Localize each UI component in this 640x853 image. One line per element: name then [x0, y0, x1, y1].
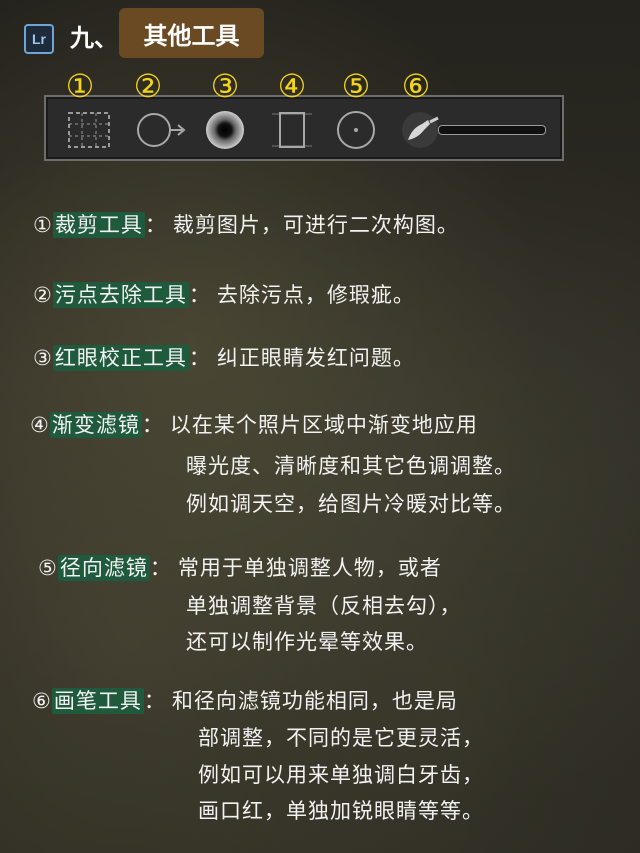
- tool-number-1: ①: [65, 67, 95, 105]
- brush-size-slider[interactable]: [438, 125, 546, 135]
- radial-filter-icon[interactable]: [334, 110, 378, 150]
- graduated-filter-icon[interactable]: [270, 110, 314, 150]
- item-number: ①: [33, 213, 53, 237]
- separator: ：: [144, 213, 167, 237]
- item-number: ③: [33, 346, 53, 370]
- item-description: 裁剪图片，可进行二次构图。: [172, 213, 459, 237]
- spot-removal-icon[interactable]: [134, 110, 190, 150]
- separator: ：: [188, 346, 211, 370]
- item-description-continued: 单独调整背景（反相去勾），: [186, 594, 462, 618]
- tool-name-label: 渐变滤镜: [49, 412, 142, 438]
- tool-number-4: ④: [277, 67, 307, 105]
- item-description: 以在某个照片区域中渐变地应用: [169, 413, 478, 437]
- tool-name-label: 画笔工具: [51, 688, 144, 714]
- item-number: ②: [33, 283, 53, 307]
- item-description: 常用于单独调整人物，或者: [177, 556, 442, 580]
- crop-icon[interactable]: [64, 110, 114, 150]
- lightroom-logo: Lr: [24, 24, 54, 54]
- red-eye-icon[interactable]: [203, 110, 247, 150]
- tool-name-label: 红眼校正工具: [52, 345, 189, 371]
- tool-number-6: ⑥: [401, 67, 431, 105]
- item-number: ④: [30, 413, 50, 437]
- list-item: ⑥画笔工具： 和径向滤镜功能相同，也是局: [32, 688, 458, 714]
- separator: ：: [188, 283, 211, 307]
- separator: ：: [141, 413, 164, 437]
- item-number: ⑥: [32, 689, 52, 713]
- tool-name-label: 裁剪工具: [52, 212, 145, 238]
- item-number: ⑤: [38, 556, 58, 580]
- list-item: ①裁剪工具： 裁剪图片，可进行二次构图。: [33, 212, 459, 238]
- item-description-continued: 还可以制作光晕等效果。: [186, 630, 428, 654]
- tool-name-label: 径向滤镜: [57, 555, 150, 581]
- list-item: ⑤径向滤镜： 常用于单独调整人物，或者: [38, 555, 442, 581]
- page-title: 其他工具: [119, 8, 264, 58]
- item-description: 纠正眼睛发红问题。: [216, 346, 415, 370]
- item-description: 去除污点，修瑕疵。: [216, 283, 415, 307]
- separator: ：: [149, 556, 172, 580]
- list-item: ③红眼校正工具： 纠正眼睛发红问题。: [33, 345, 415, 371]
- item-description-continued: 例如调天空，给图片冷暖对比等。: [186, 492, 516, 516]
- separator: ：: [143, 689, 166, 713]
- tool-number-5: ⑤: [341, 67, 371, 105]
- section-number: 九、: [70, 24, 118, 52]
- tool-name-label: 污点去除工具: [52, 282, 189, 308]
- item-description-continued: 曝光度、清晰度和其它色调调整。: [186, 454, 516, 478]
- list-item: ②污点去除工具： 去除污点，修瑕疵。: [33, 282, 415, 308]
- item-description-continued: 部调整，不同的是它更灵活，: [198, 726, 484, 750]
- item-description-continued: 画口红，单独加锐眼睛等等。: [198, 799, 484, 823]
- brush-icon[interactable]: [400, 110, 440, 150]
- tool-number-2: ②: [133, 67, 163, 105]
- list-item: ④渐变滤镜： 以在某个照片区域中渐变地应用: [30, 412, 478, 438]
- tool-number-3: ③: [210, 67, 240, 105]
- item-description: 和径向滤镜功能相同，也是局: [171, 689, 458, 713]
- item-description-continued: 例如可以用来单独调白牙齿，: [198, 763, 484, 787]
